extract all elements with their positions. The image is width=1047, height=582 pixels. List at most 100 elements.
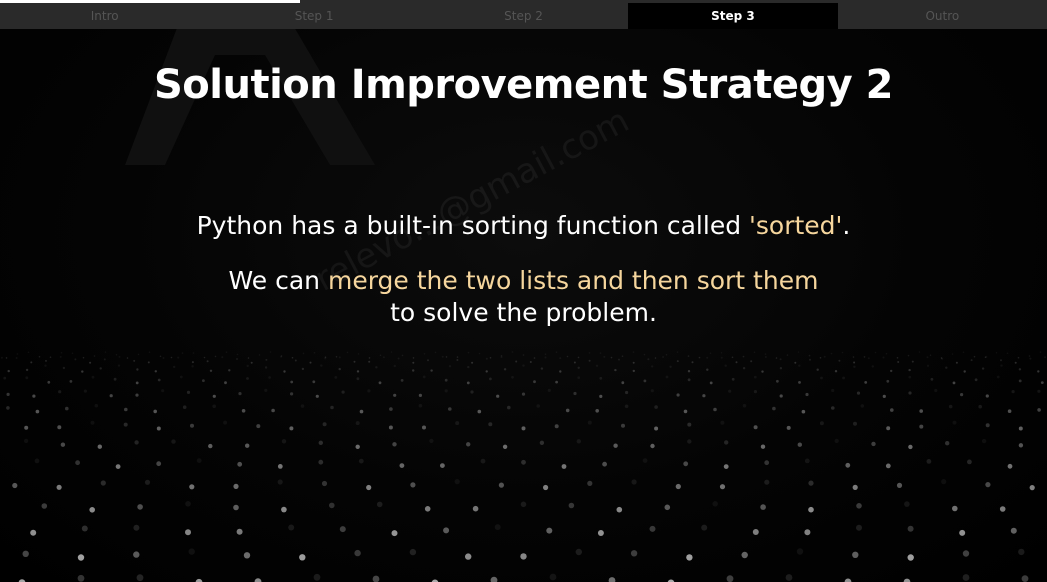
particle-dot xyxy=(890,369,893,373)
particle-dot xyxy=(324,357,327,360)
particle-dot xyxy=(702,394,706,398)
tab-step-3[interactable]: Step 3 xyxy=(628,3,838,29)
particle-dot xyxy=(856,391,861,395)
particle-dot xyxy=(357,353,360,355)
particle-dot xyxy=(409,548,417,556)
particle-dot xyxy=(212,404,216,409)
particle-dot xyxy=(281,506,287,513)
particle-dot xyxy=(805,392,809,397)
particle-dot xyxy=(838,359,841,362)
particle-dot xyxy=(148,351,151,353)
particle-dot xyxy=(798,381,801,384)
line-2-text: We can xyxy=(228,266,328,295)
particle-dot xyxy=(444,378,448,382)
particle-dot xyxy=(424,506,431,512)
particle-dot xyxy=(494,524,501,531)
particle-dot xyxy=(401,354,404,357)
particle-dot xyxy=(632,351,635,353)
particle-dot xyxy=(595,409,599,413)
particle-dot xyxy=(309,361,312,364)
particle-dot xyxy=(3,376,7,380)
particle-dot xyxy=(731,356,734,359)
particle-dot xyxy=(171,439,176,444)
tab-label: Step 1 xyxy=(294,9,334,23)
particle-dot xyxy=(608,577,616,582)
particle-dot xyxy=(153,409,157,414)
particle-dot xyxy=(724,440,729,445)
particle-dot xyxy=(320,364,323,367)
particle-dot xyxy=(237,461,243,467)
tab-intro[interactable]: Intro xyxy=(0,3,209,29)
particle-dot xyxy=(630,550,638,557)
particle-dot xyxy=(624,404,629,409)
particle-dot xyxy=(135,393,139,397)
particle-dot xyxy=(27,351,30,354)
particle-dot xyxy=(712,501,718,507)
particle-dot xyxy=(427,359,429,362)
particle-dot xyxy=(797,442,802,447)
particle-dot xyxy=(57,425,62,430)
tab-step-2[interactable]: Step 2 xyxy=(419,3,628,29)
particle-dot xyxy=(214,355,217,358)
particle-dot xyxy=(265,358,268,361)
particle-dot xyxy=(445,356,448,358)
particle-dot xyxy=(188,548,195,555)
particle-dot xyxy=(834,370,838,373)
particle-dot xyxy=(62,366,66,370)
particle-dot xyxy=(280,355,283,358)
particle-dot xyxy=(804,529,811,536)
line-1-highlight: 'sorted' xyxy=(749,211,843,240)
particle-dot xyxy=(654,426,659,431)
particle-dot xyxy=(856,503,862,509)
particle-dot xyxy=(874,351,877,354)
particle-dot xyxy=(202,379,205,383)
particle-dot xyxy=(334,376,338,379)
particle-dot xyxy=(156,461,162,467)
particle-dot xyxy=(154,370,157,373)
particle-dot xyxy=(723,464,729,469)
particle-dot xyxy=(867,357,870,360)
particle-dot xyxy=(687,422,692,427)
particle-dot xyxy=(247,357,250,359)
particle-dot xyxy=(97,444,103,449)
tab-label: Intro xyxy=(90,9,119,23)
particle-dot xyxy=(448,365,452,368)
particle-dot xyxy=(929,354,932,356)
particle-dot xyxy=(135,381,139,385)
particle-dot xyxy=(256,424,261,429)
particle-dot xyxy=(573,361,576,364)
particle-dot xyxy=(520,501,527,508)
particle-dot xyxy=(568,502,575,509)
tab-step-1[interactable]: Step 1 xyxy=(209,3,418,29)
tab-outro[interactable]: Outro xyxy=(838,3,1047,29)
particle-dot xyxy=(809,358,811,361)
particle-dot xyxy=(750,360,753,363)
playback-progress-bar[interactable] xyxy=(0,0,1047,3)
particle-dot xyxy=(281,439,287,444)
particle-dot xyxy=(498,482,504,488)
particle-dot xyxy=(973,355,976,358)
particle-dot xyxy=(423,353,426,355)
particle-dot xyxy=(890,408,894,412)
particle-dot xyxy=(753,351,756,354)
particle-dot xyxy=(456,356,459,358)
particle-dot xyxy=(133,551,140,558)
particle-dot xyxy=(355,444,360,449)
particle-dot xyxy=(156,426,161,431)
particle-dot xyxy=(124,407,128,412)
particle-dot xyxy=(852,484,858,490)
particle-dot xyxy=(177,356,180,359)
particle-dot xyxy=(470,390,474,394)
particle-dot xyxy=(555,351,558,353)
particle-dot xyxy=(236,353,239,356)
particle-dot xyxy=(91,375,95,379)
particle-dot xyxy=(820,376,823,380)
particle-dot xyxy=(665,375,669,379)
particle-dot xyxy=(735,361,738,364)
particle-dot xyxy=(886,426,891,431)
particle-dot xyxy=(871,441,876,447)
particle-dot xyxy=(709,352,712,354)
particle-dot xyxy=(496,394,500,398)
particle-dot xyxy=(945,366,948,369)
slide-stage: Intro Step 1 Step 2 Step 3 Outro relevo.… xyxy=(0,0,1047,582)
